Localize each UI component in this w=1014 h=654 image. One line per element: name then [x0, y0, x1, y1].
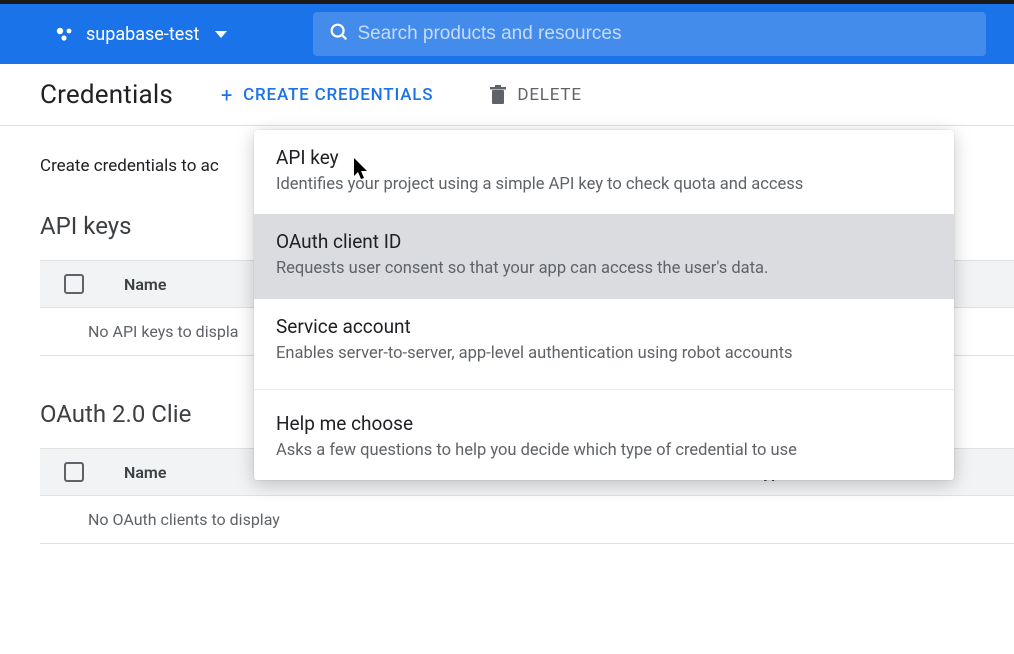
menu-separator	[254, 389, 954, 390]
delete-label: DELETE	[517, 85, 581, 105]
menu-item-service-account[interactable]: Service account Enables server-to-server…	[254, 299, 954, 383]
project-selector[interactable]: supabase-test	[40, 17, 241, 51]
trash-icon	[489, 85, 507, 105]
menu-item-title: API key	[276, 146, 932, 169]
page-header: Credentials + CREATE CREDENTIALS DELETE	[0, 64, 1014, 126]
menu-item-title: Service account	[276, 315, 932, 338]
menu-item-desc: Identifies your project using a simple A…	[276, 174, 932, 196]
create-credentials-button[interactable]: + CREATE CREDENTIALS	[213, 79, 441, 111]
plus-icon: +	[221, 85, 233, 105]
menu-item-title: OAuth client ID	[276, 230, 932, 253]
search-icon	[321, 21, 357, 47]
project-icon	[54, 23, 76, 45]
menu-item-title: Help me choose	[276, 412, 932, 435]
select-all-checkbox[interactable]	[64, 274, 84, 294]
chevron-down-icon	[215, 31, 227, 38]
menu-item-help-me-choose[interactable]: Help me choose Asks a few questions to h…	[254, 396, 954, 480]
menu-item-oauth-client-id[interactable]: OAuth client ID Requests user consent so…	[254, 214, 954, 298]
create-credentials-label: CREATE CREDENTIALS	[243, 85, 433, 105]
menu-item-desc: Requests user consent so that your app c…	[276, 258, 932, 280]
menu-item-desc: Enables server-to-server, app-level auth…	[276, 343, 932, 365]
project-name: supabase-test	[86, 24, 199, 45]
delete-button[interactable]: DELETE	[481, 79, 589, 111]
top-bar: supabase-test	[0, 0, 1014, 64]
create-credentials-menu: API key Identifies your project using a …	[254, 130, 954, 480]
oauth-empty-row: No OAuth clients to display	[40, 496, 1014, 544]
select-all-checkbox[interactable]	[64, 462, 84, 482]
search-bar[interactable]	[313, 12, 986, 56]
search-input[interactable]	[357, 23, 978, 45]
menu-item-desc: Asks a few questions to help you decide …	[276, 440, 932, 462]
menu-item-api-key[interactable]: API key Identifies your project using a …	[254, 130, 954, 214]
page-title: Credentials	[40, 80, 173, 110]
